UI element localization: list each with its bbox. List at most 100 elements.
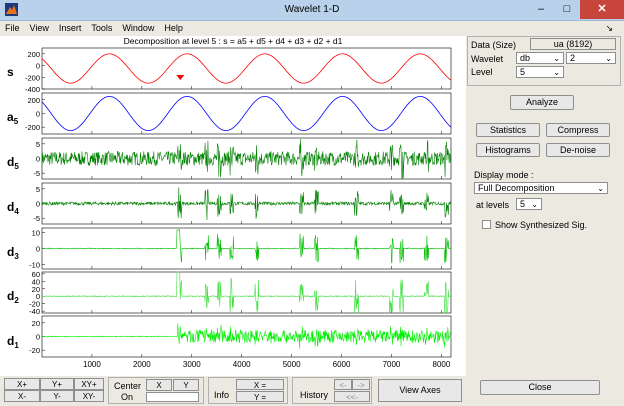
statistics-button[interactable]: Statistics xyxy=(476,123,540,137)
at-levels-label: at levels xyxy=(476,200,510,210)
center-y-button[interactable]: Y xyxy=(173,379,199,391)
axes-control-bar: X+ Y+ XY+ X- Y- XY- Center On X Y Info X… xyxy=(0,376,466,406)
y-tick-label: -200 xyxy=(25,123,40,132)
minimize-button[interactable]: – xyxy=(528,0,554,19)
menu-help[interactable]: Help xyxy=(159,21,188,35)
menu-tools[interactable]: Tools xyxy=(86,21,117,35)
plot-frame xyxy=(41,47,452,90)
close-window-button[interactable]: ✕ xyxy=(580,0,624,19)
axis-d5[interactable]: 5 0 -5 xyxy=(33,137,452,180)
zoom-x-minus-button[interactable]: X- xyxy=(4,390,40,402)
zoom-y-plus-button[interactable]: Y+ xyxy=(40,378,74,390)
axis-s[interactable]: 200 0 -200 -400 xyxy=(25,47,452,94)
y-tick-label: 0 xyxy=(36,200,40,209)
wavelet-family-select[interactable]: db ⌄ xyxy=(516,52,564,64)
close-button[interactable]: Close xyxy=(480,380,600,395)
x-tick-label: 4000 xyxy=(233,360,251,369)
x-tick-label: 2000 xyxy=(133,360,151,369)
axis-d4[interactable]: 5 0 -5 xyxy=(33,182,452,225)
histograms-button[interactable]: Histograms xyxy=(476,143,540,157)
info-x-field: X = xyxy=(236,379,284,390)
chevron-down-icon: ⌄ xyxy=(597,184,604,193)
on-label: On xyxy=(121,392,134,402)
menu-insert[interactable]: Insert xyxy=(54,21,87,35)
show-synthesized-checkbox[interactable] xyxy=(482,220,491,229)
ylabel-d2: d2 xyxy=(7,289,19,305)
zoom-y-minus-button[interactable]: Y- xyxy=(40,390,74,402)
x-tick-label: 6000 xyxy=(333,360,351,369)
x-tick-label: 3000 xyxy=(183,360,201,369)
info-label: Info xyxy=(214,390,230,400)
y-tick-label: -10 xyxy=(29,260,40,269)
menu-file[interactable]: File xyxy=(0,21,25,35)
axis-d3[interactable]: 10 0 -10 xyxy=(29,227,452,270)
x-tick-label: 8000 xyxy=(433,360,451,369)
ylabel-d5: d5 xyxy=(7,155,19,171)
view-axes-button[interactable]: View Axes xyxy=(378,379,462,402)
display-mode-label: Display mode : xyxy=(474,170,534,180)
y-tick-label: 5 xyxy=(36,185,40,194)
y-tick-label: -5 xyxy=(33,169,40,178)
info-y-field: Y = xyxy=(236,391,284,402)
y-tick-label: 5 xyxy=(36,140,40,149)
y-tick-label: -20 xyxy=(29,346,40,355)
menu-window[interactable]: Window xyxy=(117,21,159,35)
data-size-label: Data (Size) xyxy=(471,40,517,50)
display-mode-select[interactable]: Full Decomposition ⌄ xyxy=(474,182,608,194)
menu-bar: File View Insert Tools Window Help ↘ xyxy=(0,21,624,35)
y-tick-label: 0 xyxy=(36,333,40,342)
denoise-button[interactable]: De-noise xyxy=(546,143,610,157)
ylabel-s: s xyxy=(7,65,14,79)
at-levels-select[interactable]: 5 ⌄ xyxy=(516,198,542,210)
chevron-down-icon: ⌄ xyxy=(531,200,538,209)
x-tick-label: 5000 xyxy=(283,360,301,369)
x-tick-label: 1000 xyxy=(83,360,101,369)
ylabel-d4: d4 xyxy=(7,200,19,216)
show-synthesized-label: Show Synthesized Sig. xyxy=(495,220,588,230)
zoom-xy-minus-button[interactable]: XY- xyxy=(74,390,104,402)
wavelet-label: Wavelet xyxy=(471,54,504,64)
history-back-button[interactable]: <- xyxy=(334,379,352,390)
y-tick-label: 0 xyxy=(36,110,40,119)
zoom-xy-plus-button[interactable]: XY+ xyxy=(74,378,104,390)
menu-view[interactable]: View xyxy=(25,21,54,35)
y-tick-label: -400 xyxy=(25,85,40,94)
y-tick-label: 0 xyxy=(36,245,40,254)
level-label: Level xyxy=(471,67,493,77)
wavelet-order-select[interactable]: 2 ⌄ xyxy=(566,52,616,64)
history-forward-button[interactable]: -> xyxy=(352,379,370,390)
y-tick-label: 0 xyxy=(36,62,40,71)
axis-a5[interactable]: 200 0 -200 xyxy=(25,92,452,135)
data-size-value: ua (8192) xyxy=(530,38,616,50)
matlab-figure-window: Wavelet 1-D – □ ✕ File View Insert Tools Win… xyxy=(0,0,624,406)
plot-frame xyxy=(41,92,452,135)
y-tick-label: 10 xyxy=(32,229,40,238)
chevron-down-icon: ⌄ xyxy=(605,54,612,63)
ylabel-a5: a5 xyxy=(7,110,19,126)
axis-d2[interactable]: 6040200-20-40 xyxy=(29,270,452,316)
decomposition-plots: 2000-200-400 2000-200 50-5 50-5 100-10 6… xyxy=(7,47,452,369)
axis-d1[interactable]: 20 0 -20 xyxy=(29,315,452,358)
y-tick-label: -200 xyxy=(25,73,40,82)
y-tick-label: -5 xyxy=(33,214,40,223)
history-label: History xyxy=(300,390,329,400)
x-axis-ticks: 1000 2000 3000 4000 5000 6000 7000 8000 xyxy=(83,360,451,369)
ylabel-d3: d3 xyxy=(7,245,19,261)
history-reset-button[interactable]: <<- xyxy=(334,391,370,402)
analyze-button[interactable]: Analyze xyxy=(510,95,574,110)
x-tick-label: 7000 xyxy=(383,360,401,369)
compress-button[interactable]: Compress xyxy=(546,123,610,137)
title-bar: Wavelet 1-D – □ ✕ xyxy=(0,0,624,21)
y-tick-label: 200 xyxy=(27,96,40,105)
zoom-x-plus-button[interactable]: X+ xyxy=(4,378,40,390)
y-tick-label: 20 xyxy=(32,319,40,328)
dock-icon[interactable]: ↘ xyxy=(600,21,618,35)
center-x-button[interactable]: X xyxy=(146,379,172,391)
chevron-down-icon: ⌄ xyxy=(553,68,560,77)
y-tick-label: -40 xyxy=(29,307,40,316)
control-panel: Data (Size) ua (8192) Wavelet db ⌄ 2 ⌄ Lev… xyxy=(466,36,624,406)
maximize-button[interactable]: □ xyxy=(554,0,580,19)
chevron-down-icon: ⌄ xyxy=(553,54,560,63)
level-select[interactable]: 5 ⌄ xyxy=(516,66,564,78)
center-value-field[interactable] xyxy=(146,392,199,402)
